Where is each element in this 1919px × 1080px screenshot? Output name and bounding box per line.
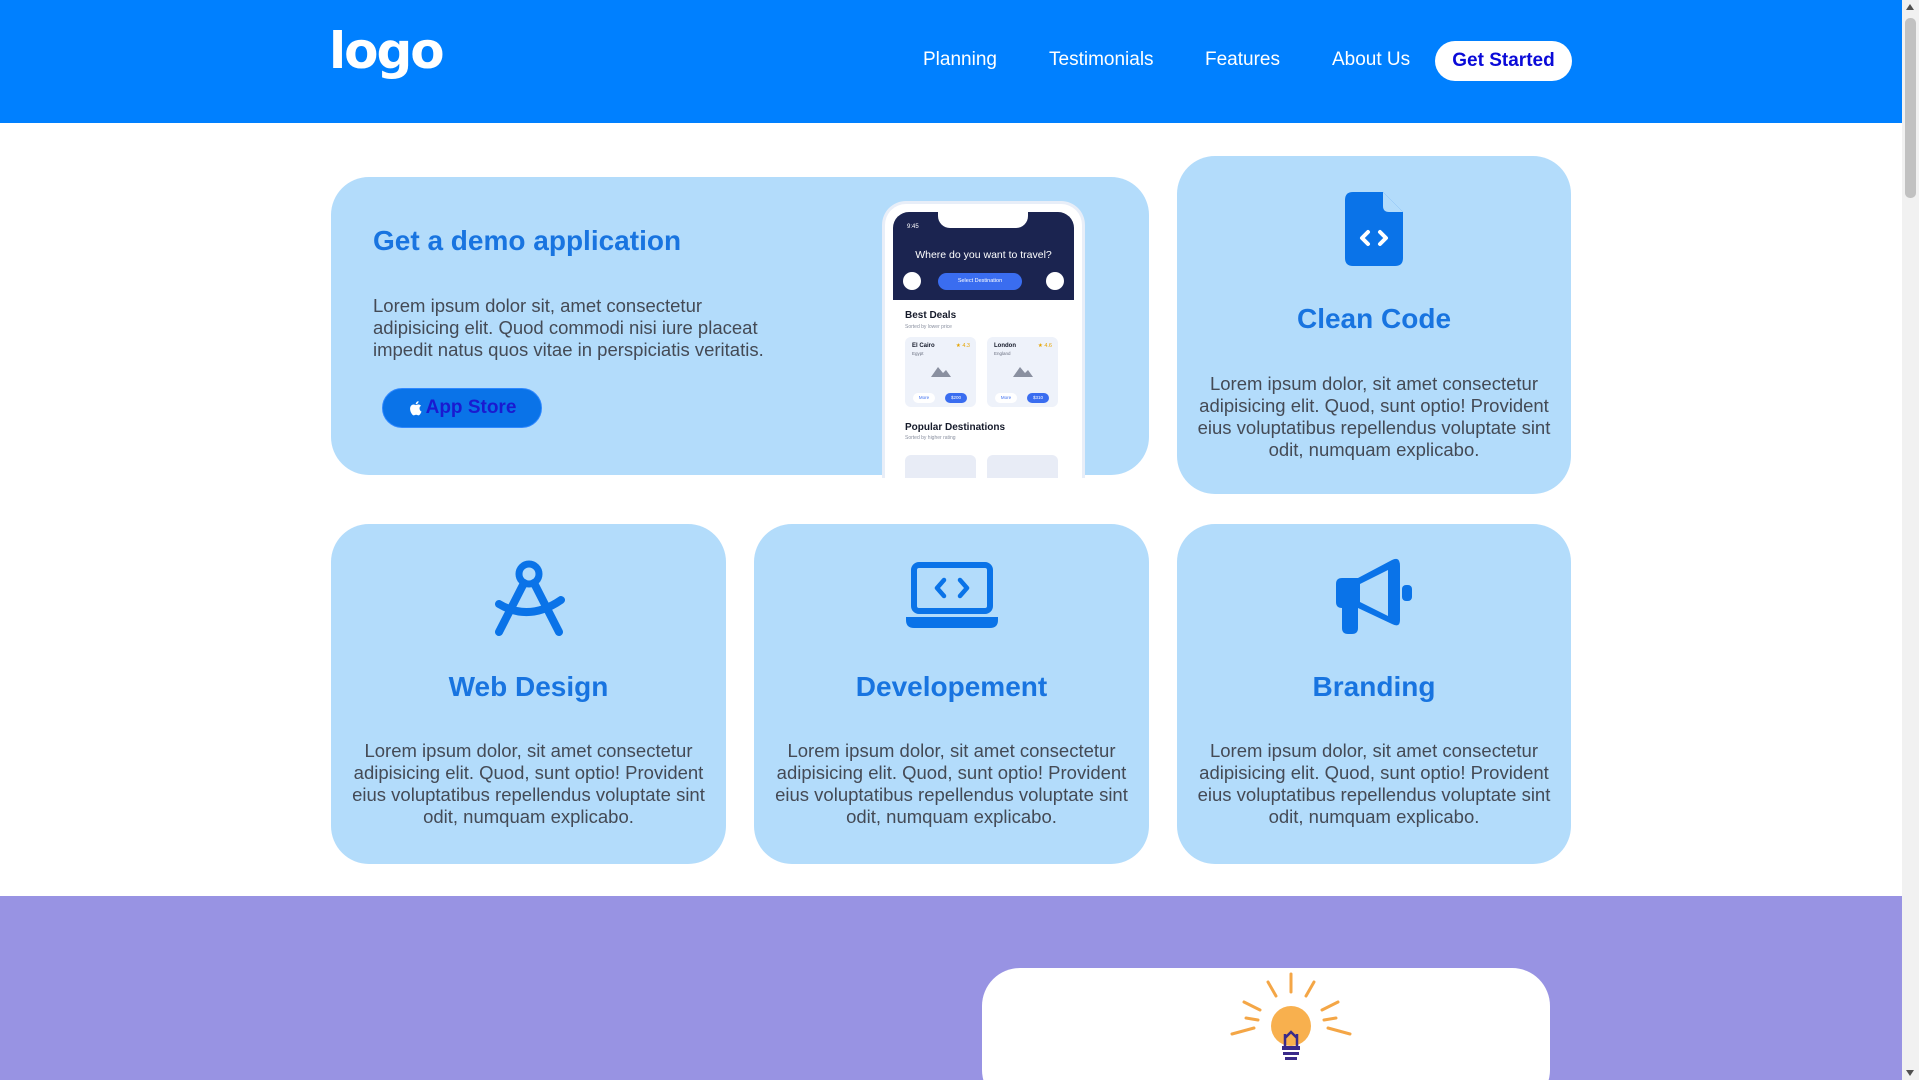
deal-city: London — [994, 343, 1016, 349]
compass-drafting-icon — [494, 560, 565, 636]
laptop-code-icon — [905, 562, 998, 628]
deal-rating: ★ 4.6 — [1037, 343, 1052, 349]
phone-popular: Popular Destinations — [905, 422, 1006, 433]
bottom-section — [0, 896, 1902, 1080]
deal-country: England — [994, 351, 1011, 356]
nav-testimonials[interactable]: Testimonials — [1049, 49, 1154, 71]
deal-country: Egypt — [912, 351, 924, 356]
phone-time: 9:45 — [907, 224, 919, 230]
deal-card: El Cairo Egypt ★ 4.3 More $200 — [905, 337, 976, 407]
phone-popular-sub: Sorted by higher rating — [905, 435, 956, 441]
scroll-thumb[interactable] — [1905, 18, 1916, 198]
megaphone-icon — [1336, 558, 1412, 634]
nav-planning[interactable]: Planning — [923, 49, 997, 71]
phone-question: Where do you want to travel? — [915, 249, 1052, 261]
image-placeholder-icon — [931, 367, 951, 377]
phone-search-icon — [1046, 272, 1064, 290]
service-card-branding: Branding Lorem ipsum dolor, sit amet con… — [1177, 524, 1571, 864]
feature-card — [982, 968, 1550, 1080]
phone-best-deals-sub: Sorted by lower price — [905, 324, 952, 330]
nav-about-us[interactable]: About Us — [1332, 49, 1410, 71]
phone-hero: 9:45 Where do you want to travel? Select… — [893, 212, 1074, 300]
service-text: Lorem ipsum dolor, sit amet consectetur … — [352, 740, 705, 827]
scrollbar[interactable] — [1902, 0, 1919, 1080]
app-store-label: App Store — [425, 397, 517, 418]
service-text: Lorem ipsum dolor, sit amet consectetur … — [1197, 373, 1551, 460]
app-store-button[interactable]: App Store — [382, 388, 542, 428]
get-started-button[interactable]: Get Started — [1435, 41, 1572, 81]
service-card-web-design: Web Design Lorem ipsum dolor, sit amet c… — [331, 524, 726, 864]
service-text: Lorem ipsum dolor, sit amet consectetur … — [1197, 740, 1551, 827]
demo-title: Get a demo application — [373, 225, 682, 256]
file-code-icon — [1345, 192, 1403, 266]
nav-features[interactable]: Features — [1205, 49, 1280, 71]
service-title: Web Design — [448, 671, 609, 702]
site-header: logo Planning Testimonials Features Abou… — [0, 0, 1902, 123]
logo[interactable]: logo — [329, 22, 445, 80]
phone-menu-icon — [903, 272, 921, 290]
lightbulb-icon — [1230, 972, 1352, 1060]
service-title: Developement — [855, 671, 1048, 702]
service-card-clean-code: Clean Code Lorem ipsum dolor, sit amet c… — [1177, 156, 1571, 494]
phone-best-deals: Best Deals — [905, 310, 957, 321]
deal-city: El Cairo — [912, 343, 935, 349]
deal-more: More — [913, 393, 935, 403]
image-placeholder-icon — [1013, 367, 1033, 377]
deal-more: More — [995, 393, 1017, 403]
demo-text: Lorem ipsum dolor sit, amet consectetur … — [373, 295, 764, 360]
service-card-developement: Developement Lorem ipsum dolor, sit amet… — [754, 524, 1149, 864]
scroll-up-icon[interactable] — [1906, 4, 1914, 10]
service-title: Branding — [1312, 671, 1436, 702]
service-title: Clean Code — [1296, 303, 1452, 334]
deal-price: $200 — [945, 393, 967, 403]
scroll-down-icon[interactable] — [1906, 1070, 1914, 1076]
popular-card — [905, 455, 976, 478]
deal-card: London England ★ 4.6 More $310 — [987, 337, 1058, 407]
phone-select-destination: Select Destination — [938, 273, 1022, 290]
deal-rating: ★ 4.3 — [955, 343, 970, 349]
phone-mockup: 9:45 Where do you want to travel? Select… — [882, 201, 1085, 478]
popular-card — [987, 455, 1058, 478]
apple-icon — [409, 401, 422, 416]
service-text: Lorem ipsum dolor, sit amet consectetur … — [775, 740, 1128, 827]
deal-price: $310 — [1027, 393, 1049, 403]
